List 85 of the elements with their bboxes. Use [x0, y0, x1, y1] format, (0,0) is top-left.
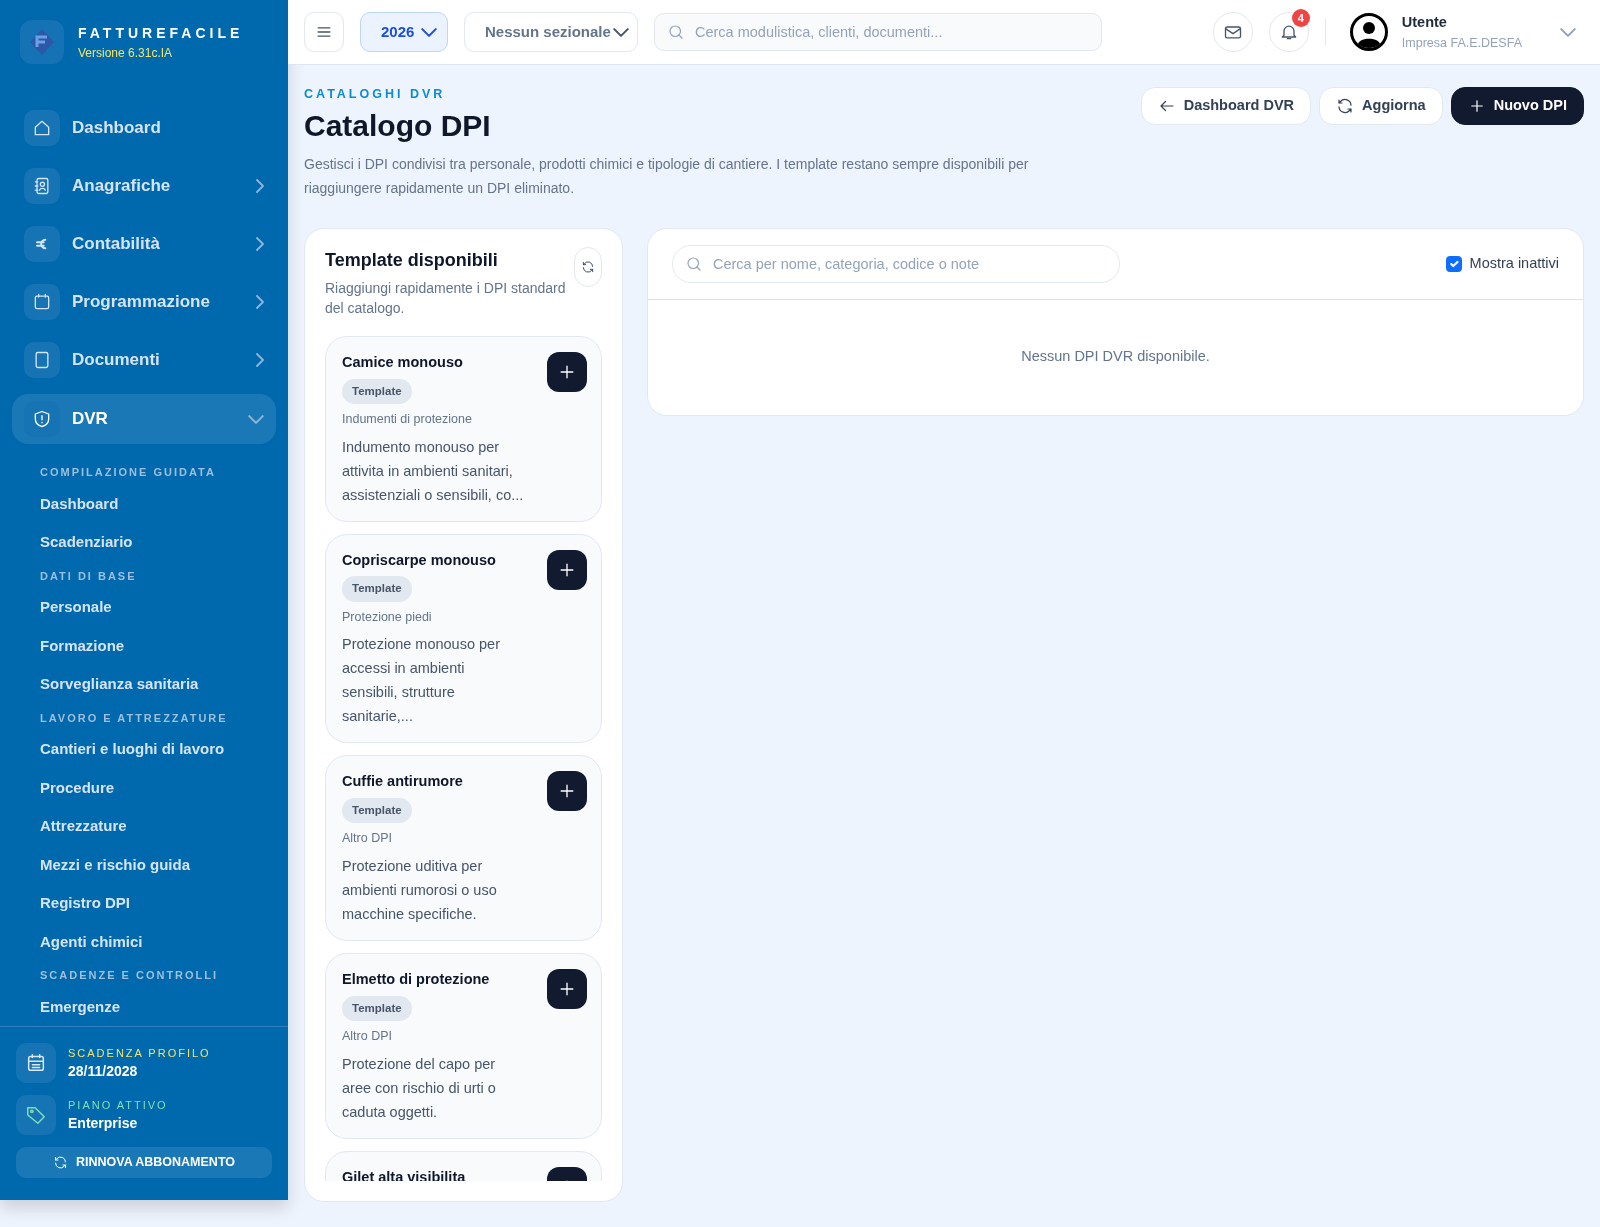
chevron-right-icon	[256, 237, 264, 251]
plan-label: PIANO ATTIVO	[68, 1097, 168, 1113]
eyebrow-label: CATALOGHI DVR	[304, 86, 447, 103]
refresh-icon	[1336, 97, 1355, 115]
refresh-icon	[53, 1155, 68, 1171]
section-heading: LAVORO E ATTREZZATURE	[39, 710, 229, 726]
template-description: Protezione del capo per aree con rischio di urti o caduta oggetti.	[342, 1054, 497, 1122]
empty-message: Nessun DPI DVR disponibile.	[1020, 346, 1211, 366]
submenu-item[interactable]: Formazione	[12, 626, 276, 665]
template-category: Protezione piedi	[342, 608, 433, 626]
add-template-button[interactable]	[547, 351, 587, 392]
chevron-down-icon	[248, 414, 264, 424]
template-name: Elmetto di protezione	[342, 970, 491, 989]
template-category: Altro DPI	[342, 1028, 393, 1045]
add-template-button[interactable]	[547, 969, 587, 1009]
shield-alert-icon	[32, 409, 52, 429]
submenu-item[interactable]: Cantieri e luoghi di lavoro	[12, 730, 276, 769]
renew-button[interactable]: RINNOVA ABBONAMENTO	[16, 1147, 272, 1178]
mail-button[interactable]	[1212, 12, 1253, 52]
sidebar-item[interactable]: Programmazione	[12, 278, 276, 326]
submenu-item[interactable]: Attrezzature	[12, 807, 276, 846]
template-name: Copriscarpe monouso	[342, 550, 497, 570]
app-logo	[20, 20, 64, 64]
tag-icon	[25, 1104, 47, 1127]
sidebar-item[interactable]: Documenti	[12, 336, 276, 384]
template-tag: Template	[342, 378, 412, 404]
submenu-item[interactable]: Mezzi e rischio guida	[12, 845, 276, 884]
add-template-button[interactable]	[547, 771, 587, 812]
contact-card-icon	[32, 176, 52, 196]
submenu-item[interactable]: Sorveglianza sanitaria	[12, 665, 276, 704]
new-dpi-button[interactable]: Nuovo DPI	[1450, 87, 1584, 125]
search-field[interactable]: Cerca modulistica, clienti, documenti...	[654, 13, 1102, 51]
avatar-icon	[1349, 13, 1388, 51]
dashboard-dvr-button[interactable]: Dashboard DVR	[1140, 87, 1312, 125]
brand-name: FATTUREFACILE	[78, 23, 244, 43]
page-title: Catalogo DPI	[304, 107, 492, 144]
panel-title: Template disponibili	[325, 248, 499, 272]
add-template-button[interactable]	[547, 549, 587, 590]
template-tag: Template	[342, 995, 412, 1021]
submenu-item[interactable]: Registro DPI	[12, 884, 276, 923]
template-category: Altro DPI	[342, 830, 393, 848]
template-tag: Template	[342, 798, 412, 824]
chevron-down-icon	[1560, 28, 1576, 38]
template-description: Protezione uditiva per ambienti rumorosi o uso macchine specifiche.	[342, 857, 498, 924]
home-icon	[32, 118, 52, 138]
section-heading: DATI DI BASE	[39, 568, 138, 584]
catalog-search-field[interactable]: Cerca per nome, categoria, codice o note	[672, 244, 1120, 283]
submenu-item[interactable]: Agenti chimici	[12, 922, 276, 961]
section-heading: COMPILAZIONE GUIDATA	[39, 465, 217, 480]
submenu-item[interactable]: Procedure	[12, 768, 276, 807]
menu-button[interactable]	[304, 12, 344, 52]
submenu-item[interactable]: Personale	[12, 588, 276, 627]
section-heading: SCADENZE E CONTROLLI	[39, 968, 220, 983]
chevron-right-icon	[256, 353, 264, 367]
calendar-icon	[32, 292, 52, 312]
submenu-item[interactable]: Emergenze	[12, 987, 276, 1026]
template-category: Indumenti di protezione	[342, 410, 473, 428]
chevron-right-icon	[256, 179, 264, 193]
year-select[interactable]: 2026	[360, 12, 448, 52]
template-tag: Template	[342, 576, 412, 602]
refresh-templates-button[interactable]	[574, 246, 602, 287]
chevron-down-icon	[613, 27, 629, 37]
version-label: Versione 6.31c.IA	[78, 44, 174, 62]
panel-subtitle: Riaggiungi rapidamente i DPI standard del catalogo.	[325, 278, 567, 318]
template-name: Cuffie antirumore	[342, 772, 464, 792]
template-description: Indumento monouso per attivita in ambienti sanitari, assistenziali o sensibili, co...	[342, 437, 524, 505]
template-description: Protezione monouso per accessi in ambienti sensibili, strutture sanitarie,...	[342, 635, 501, 727]
page-description: Gestisci i DPI condivisi tra personale, prodotti chimici e tipologie di cantiere. I template restano sempre disponibili per riaggiungere rapidamente un DPI eliminato.	[304, 154, 1030, 198]
notifications-button[interactable]: 4	[1268, 12, 1309, 52]
template-name: Camice monouso	[342, 352, 464, 372]
sidebar-item[interactable]: Anagrafiche	[12, 162, 276, 210]
submenu-item[interactable]: Dashboard	[12, 484, 276, 523]
sezionale-select[interactable]: Nessun sezionale	[464, 12, 638, 52]
chevron-right-icon	[256, 295, 264, 309]
submenu-item[interactable]: Scadenziario	[12, 523, 276, 562]
show-inactive-label: Mostra inattivi	[1469, 253, 1559, 273]
sidebar-item[interactable]: Contabilità	[12, 220, 276, 268]
sidebar-item[interactable]: Dashboard	[12, 104, 276, 152]
plan-name: Enterprise	[68, 1114, 139, 1133]
expiry-label: SCADENZA PROFILO	[68, 1045, 211, 1061]
notification-count: 4	[1291, 9, 1310, 27]
expiry-date: 28/11/2028	[68, 1062, 139, 1081]
chevron-down-icon	[421, 27, 437, 37]
refresh-button[interactable]: Aggiorna	[1319, 87, 1443, 125]
sidebar-item[interactable]: DVR	[12, 394, 276, 444]
